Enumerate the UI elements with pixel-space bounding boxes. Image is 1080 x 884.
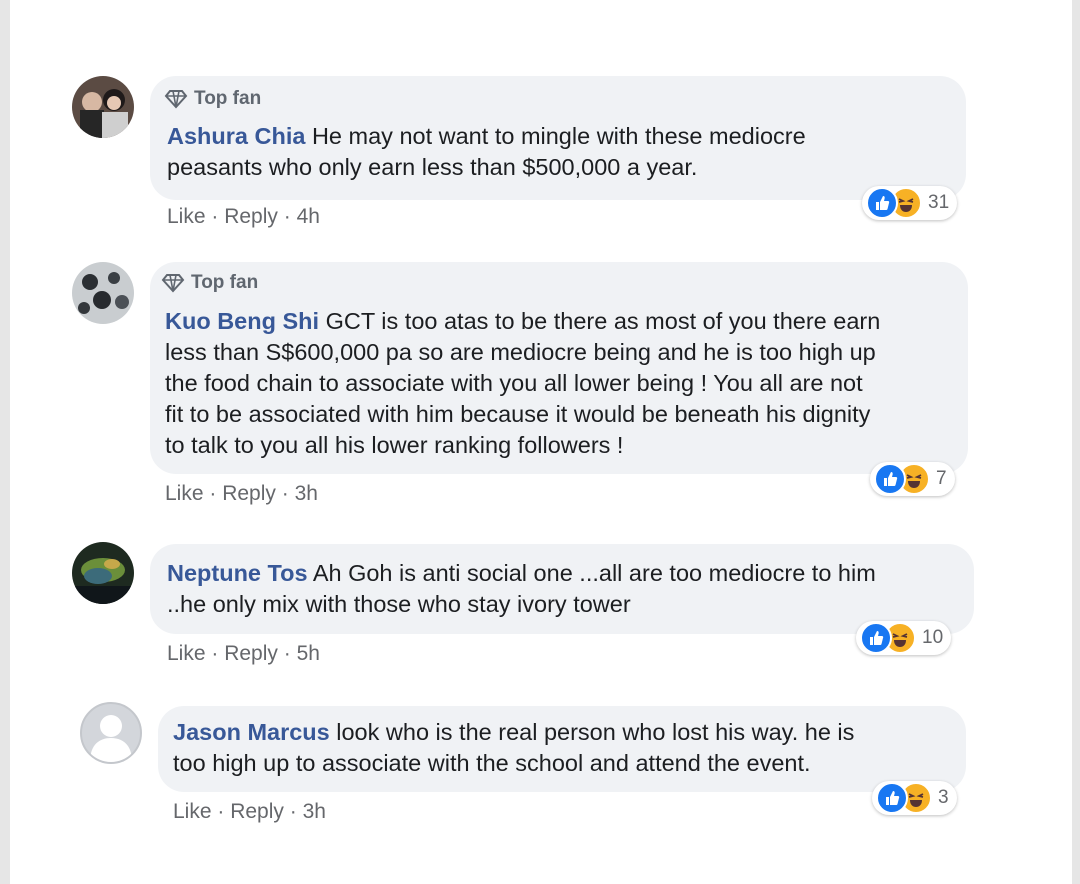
avatar-photo-icon (72, 76, 134, 138)
reaction-count: 10 (922, 627, 944, 648)
reaction-summary[interactable]: 3 (872, 781, 957, 815)
comment-text-line: less than S$600,000 pa so are mediocre b… (165, 339, 876, 365)
reaction-count: 3 (938, 787, 949, 808)
comment-actions: Like · Reply · 4h (167, 205, 320, 229)
reaction-summary[interactable]: 10 (856, 621, 952, 655)
top-fan-diamond-icon (164, 90, 188, 109)
reply-link[interactable]: Reply (230, 800, 284, 823)
comment-text-line: the food chain to associate with you all… (165, 370, 863, 396)
comment-text-line: peasants who only earn less than $500,00… (167, 154, 698, 180)
reaction-summary[interactable]: 31 (862, 186, 958, 220)
comment-text-line: look who is the real person who lost his… (336, 719, 855, 745)
separator: · (211, 800, 231, 823)
like-link[interactable]: Like (167, 642, 206, 665)
badge-label: Top fan (194, 88, 262, 109)
avatar-placeholder-icon (90, 715, 132, 762)
separator: · (283, 800, 303, 823)
separator: · (205, 205, 225, 228)
reply-link[interactable]: Reply (222, 482, 276, 505)
comment-time[interactable]: 4h (297, 205, 320, 228)
comment-text: Ashura Chia He may not want to mingle wi… (167, 121, 957, 183)
separator: · (205, 642, 225, 665)
reaction-summary[interactable]: 7 (870, 462, 955, 496)
comment-text-line: GCT is too atas to be there as most of y… (325, 308, 881, 334)
comment-text-line: He may not want to mingle with these med… (311, 123, 806, 149)
like-link[interactable]: Like (167, 205, 206, 228)
comment-text-line: fit to be associated with him because it… (165, 401, 871, 427)
comment-time[interactable]: 3h (303, 800, 326, 823)
avatar[interactable] (72, 76, 134, 138)
reaction-count: 7 (936, 468, 947, 489)
avatar[interactable] (72, 542, 134, 604)
comment-author[interactable]: Jason Marcus (173, 719, 330, 745)
like-reaction-icon (860, 622, 892, 654)
badge-label: Top fan (191, 272, 259, 293)
separator: · (277, 205, 297, 228)
like-link[interactable]: Like (173, 800, 212, 823)
avatar[interactable] (72, 262, 134, 324)
comment-author[interactable]: Neptune Tos (167, 560, 308, 586)
like-link[interactable]: Like (165, 482, 204, 505)
top-fan-badge: Top fan (164, 88, 261, 110)
like-reaction-icon (874, 463, 906, 495)
comment-time[interactable]: 3h (295, 482, 318, 505)
comment-actions: Like · Reply · 3h (173, 800, 326, 824)
separator: · (203, 482, 223, 505)
top-fan-badge: Top fan (161, 272, 258, 294)
avatar-photo-icon (72, 262, 134, 324)
comment-text: Neptune Tos Ah Goh is anti social one ..… (167, 558, 967, 620)
reply-link[interactable]: Reply (224, 642, 278, 665)
comment-text-line: to talk to you all his lower ranking fol… (165, 432, 624, 458)
comments-card: Top fan Ashura Chia He may not want to m… (10, 0, 1072, 884)
comment-author[interactable]: Kuo Beng Shi (165, 308, 319, 334)
comment-actions: Like · Reply · 5h (167, 642, 320, 666)
comment-text: Kuo Beng Shi GCT is too atas to be there… (165, 306, 965, 461)
reaction-count: 31 (928, 192, 950, 213)
separator: · (277, 642, 297, 665)
comment-text-line: ..he only mix with those who stay ivory … (167, 591, 631, 617)
comment-author[interactable]: Ashura Chia (167, 123, 305, 149)
like-reaction-icon (876, 782, 908, 814)
comment-actions: Like · Reply · 3h (165, 482, 318, 506)
avatar-photo-icon (72, 542, 134, 604)
comment-text-line: Ah Goh is anti social one ...all are too… (312, 560, 876, 586)
comment-text-line: too high up to associate with the school… (173, 750, 811, 776)
like-reaction-icon (866, 187, 898, 219)
separator: · (275, 482, 295, 505)
reply-link[interactable]: Reply (224, 205, 278, 228)
avatar[interactable] (80, 702, 142, 764)
comment-time[interactable]: 5h (297, 642, 320, 665)
top-fan-diamond-icon (161, 274, 185, 293)
comment-text: Jason Marcus look who is the real person… (173, 717, 963, 779)
